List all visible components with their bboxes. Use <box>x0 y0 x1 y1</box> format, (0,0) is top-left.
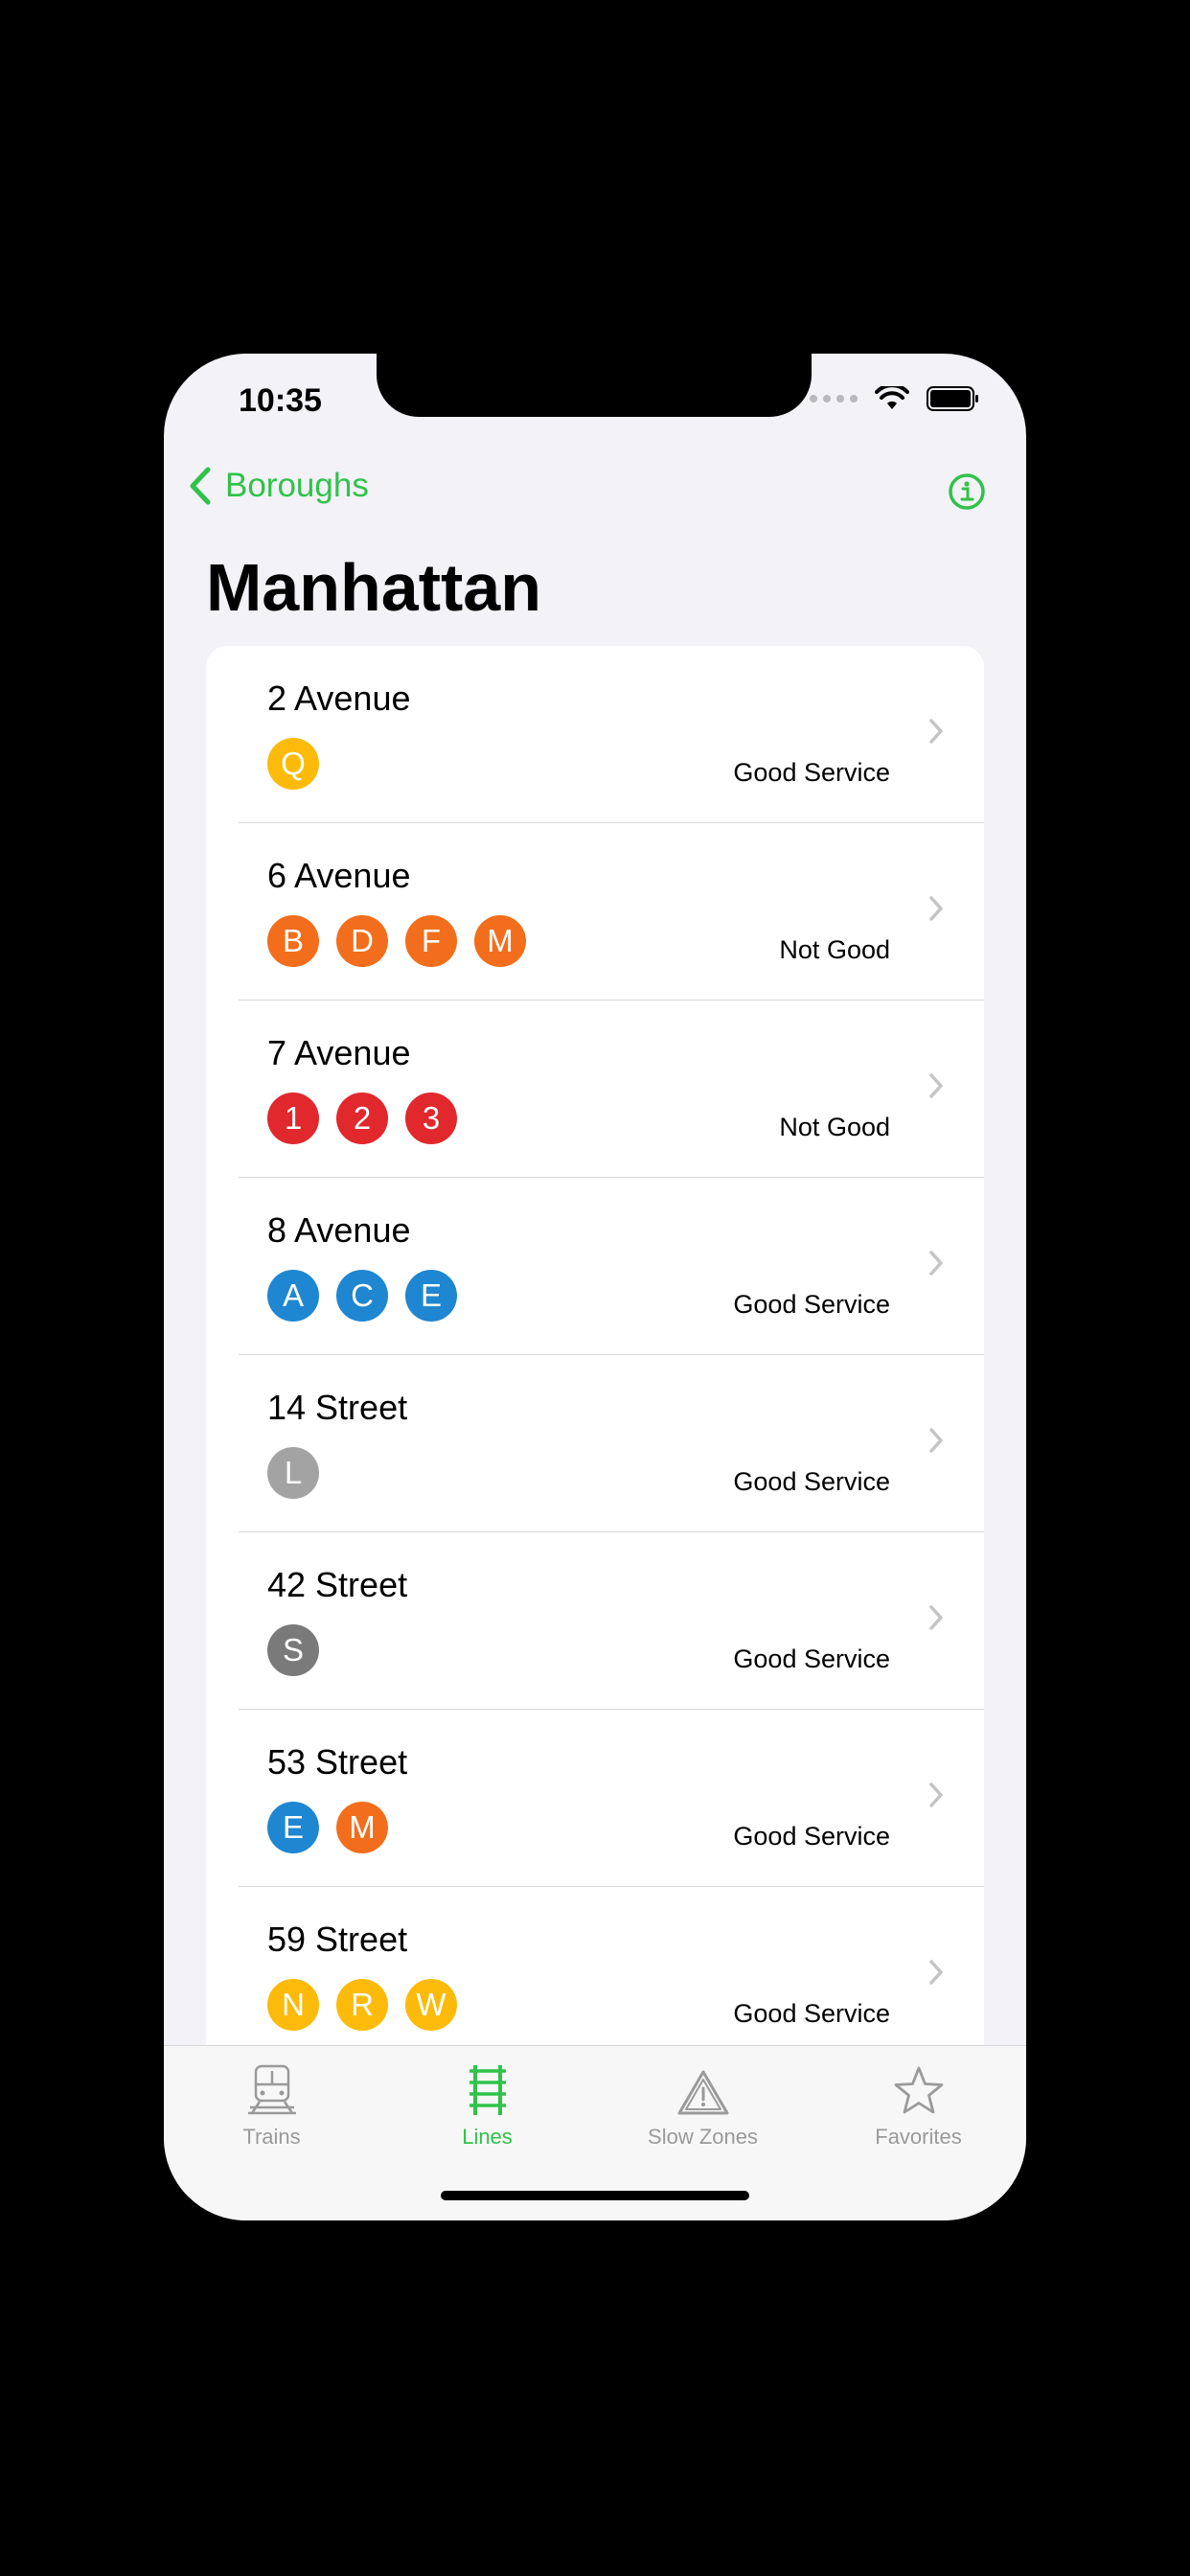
station-row[interactable]: 53 Street E M Good Service <box>206 1710 984 1887</box>
signal-dots-icon <box>810 395 858 402</box>
line-bullets: L <box>267 1447 319 1499</box>
line-bullets: BDFM <box>267 915 526 967</box>
page-title: Manhattan <box>206 550 541 625</box>
line-bullet: F <box>405 915 457 967</box>
chevron-right-icon <box>929 1073 943 1098</box>
line-bullet: D <box>336 915 388 967</box>
station-row[interactable]: 42 Street S Good Service <box>206 1532 984 1710</box>
service-status: Not Good <box>779 1113 890 1141</box>
star-icon <box>894 2066 943 2114</box>
chevron-right-icon <box>929 1605 943 1630</box>
service-status: Good Service <box>733 1822 890 1851</box>
line-bullets: EM <box>267 1802 388 1853</box>
tab-trains[interactable]: Trains <box>164 2058 379 2150</box>
line-bullet: R <box>336 1979 388 2031</box>
station-name: 6 Avenue <box>267 856 411 895</box>
chevron-right-icon <box>929 1428 943 1453</box>
line-bullet: A <box>267 1270 319 1322</box>
station-list: 2 Avenue Q Good Service 6 Avenue B D F M Not Goo… <box>206 646 984 2179</box>
line-bullet: S <box>267 1624 319 1676</box>
line-bullet: E <box>405 1270 457 1322</box>
tab-favorites-label: Favorites <box>875 2125 962 2149</box>
status-time: 10:35 <box>239 382 322 419</box>
station-name: 8 Avenue <box>267 1210 411 1250</box>
info-icon <box>949 473 985 510</box>
line-bullets: Q <box>267 738 319 790</box>
chevron-right-icon <box>929 1251 943 1276</box>
line-bullet: L <box>267 1447 319 1499</box>
chevron-right-icon <box>929 1960 943 1985</box>
line-bullet: C <box>336 1270 388 1322</box>
service-status: Good Service <box>733 1644 890 1673</box>
station-name: 53 Street <box>267 1742 408 1782</box>
line-bullet: 3 <box>405 1092 457 1144</box>
warning-triangle-icon <box>677 2070 728 2115</box>
station-name: 2 Avenue <box>267 678 411 718</box>
tab-lines[interactable]: Lines <box>379 2058 595 2150</box>
phone-screen: 10:35 Boroughs Manhattan 2 Avenue Q Good S… <box>164 354 1026 2220</box>
line-bullet: B <box>267 915 319 967</box>
tab-lines-label: Lines <box>462 2125 513 2149</box>
service-status: Good Service <box>733 1290 890 1319</box>
tab-slow-zones[interactable]: Slow Zones <box>595 2058 811 2150</box>
line-bullets: ACE <box>267 1270 457 1322</box>
service-status: Not Good <box>779 935 890 964</box>
tab-slow-zones-label: Slow Zones <box>648 2125 758 2149</box>
station-row[interactable]: 6 Avenue B D F M Not Good <box>206 823 984 1000</box>
line-bullet: W <box>405 1979 457 2031</box>
line-bullets: 123 <box>267 1092 457 1144</box>
home-indicator[interactable] <box>441 2191 749 2200</box>
tracks-icon <box>469 2065 506 2115</box>
station-row[interactable]: 14 Street L Good Service <box>206 1355 984 1532</box>
line-bullet: 2 <box>336 1092 388 1144</box>
chevron-right-icon <box>929 719 943 744</box>
line-bullet: 1 <box>267 1092 319 1144</box>
info-button[interactable] <box>948 472 986 516</box>
station-row[interactable]: 2 Avenue Q Good Service <box>206 646 984 823</box>
tab-favorites[interactable]: Favorites <box>811 2058 1026 2150</box>
service-status: Good Service <box>733 1467 890 1496</box>
station-name: 7 Avenue <box>267 1033 411 1072</box>
line-bullet: N <box>267 1979 319 2031</box>
line-bullet: M <box>336 1802 388 1853</box>
chevron-left-icon <box>190 467 211 505</box>
line-bullet: E <box>267 1802 319 1853</box>
station-name: 14 Street <box>267 1388 408 1427</box>
back-button[interactable]: Boroughs <box>189 467 369 505</box>
tab-trains-label: Trains <box>242 2125 301 2149</box>
battery-icon <box>927 386 978 411</box>
status-icons <box>810 386 980 411</box>
train-icon <box>247 2064 296 2115</box>
station-row[interactable]: 8 Avenue A C E Good Service <box>206 1178 984 1355</box>
chevron-right-icon <box>929 1782 943 1807</box>
wifi-icon <box>875 386 909 409</box>
station-name: 42 Street <box>267 1565 408 1604</box>
station-name: 59 Street <box>267 1920 408 1959</box>
chevron-right-icon <box>929 896 943 921</box>
service-status: Good Service <box>733 1999 890 2028</box>
back-label: Boroughs <box>225 467 369 504</box>
notch <box>377 354 812 417</box>
line-bullet: Q <box>267 738 319 790</box>
station-row[interactable]: 59 Street N R W Good Service <box>206 1887 984 2064</box>
service-status: Good Service <box>733 758 890 787</box>
line-bullets: S <box>267 1624 319 1676</box>
station-row[interactable]: 7 Avenue 1 2 3 Not Good <box>206 1000 984 1178</box>
line-bullet: M <box>474 915 526 967</box>
line-bullets: NRW <box>267 1979 457 2031</box>
